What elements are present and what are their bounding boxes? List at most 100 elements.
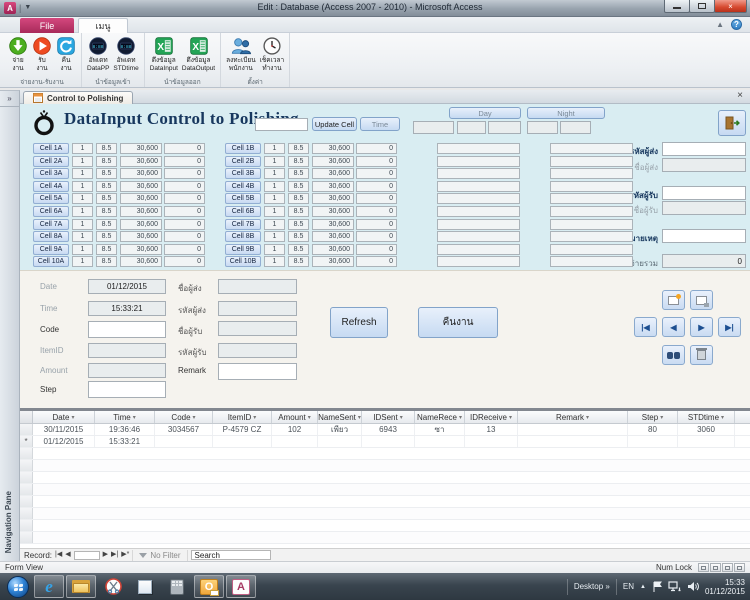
row-selector[interactable] <box>20 520 33 531</box>
cell-field[interactable]: 30,600 <box>312 244 354 255</box>
table-row[interactable]: 30/11/201519:36:463034567P-4579 CZ102เพี… <box>20 424 750 436</box>
cell-field[interactable]: 30,600 <box>120 181 162 192</box>
cell-button-cell-1a[interactable]: Cell 1A <box>33 143 69 154</box>
row-selector[interactable] <box>20 472 33 483</box>
cell-field[interactable]: 8.5 <box>288 193 309 204</box>
sort-dropdown-icon[interactable]: ▾ <box>308 414 311 421</box>
cell-field[interactable]: 8.5 <box>288 168 309 179</box>
cell-field[interactable]: 1 <box>72 231 93 242</box>
row-selector[interactable] <box>20 484 33 495</box>
cell-field[interactable]: 1 <box>72 256 93 267</box>
cell-button-cell-1b[interactable]: Cell 1B <box>225 143 261 154</box>
update-datapp-button[interactable]: 8:88 อัพเดท DataPP <box>86 34 110 72</box>
cell-field[interactable]: 1 <box>264 143 285 154</box>
form-close-icon[interactable]: × <box>737 90 743 101</box>
cell-field[interactable]: 0 <box>164 181 205 192</box>
close-button[interactable]: × <box>714 0 747 13</box>
column-header-date[interactable]: Date▾ <box>33 411 95 423</box>
row-selector[interactable] <box>20 460 33 471</box>
network-icon[interactable] <box>668 581 681 592</box>
table-cell[interactable]: 3060 <box>678 424 735 435</box>
day-button[interactable]: Day <box>449 107 521 119</box>
cell-field[interactable]: 0 <box>356 168 397 179</box>
tab-file[interactable]: File <box>20 18 74 33</box>
cell-field[interactable]: 1 <box>264 168 285 179</box>
cell-button-cell-6b[interactable]: Cell 6B <box>225 206 261 217</box>
cell-field[interactable]: 1 <box>72 244 93 255</box>
cell-button-cell-9b[interactable]: Cell 9B <box>225 244 261 255</box>
table-row-empty[interactable] <box>20 496 750 508</box>
cell-update-input[interactable] <box>255 118 308 131</box>
cell-field[interactable]: 30,600 <box>312 168 354 179</box>
cell-button-cell-5a[interactable]: Cell 5A <box>33 193 69 204</box>
detail-remark-input[interactable] <box>218 363 297 380</box>
cell-button-cell-7b[interactable]: Cell 7B <box>225 219 261 230</box>
taskbar-calculator-icon[interactable] <box>162 575 192 598</box>
qat-customize-arrow-icon[interactable]: ▼ <box>24 2 31 14</box>
row-selector[interactable] <box>20 532 33 543</box>
taskbar-clock[interactable]: 15:33 01/12/2015 <box>705 578 745 596</box>
design-view-icon[interactable] <box>734 563 745 572</box>
cell-field[interactable]: 8.5 <box>288 244 309 255</box>
cell-field[interactable]: 30,600 <box>312 181 354 192</box>
column-header-idreceive[interactable]: IDReceive▾ <box>465 411 518 423</box>
column-header-step[interactable]: Step▾ <box>628 411 678 423</box>
last-record-icon[interactable]: ▶| <box>111 550 118 560</box>
cell-field[interactable]: 0 <box>356 206 397 217</box>
table-row-empty[interactable] <box>20 484 750 496</box>
cell-field[interactable]: 30,600 <box>312 206 354 217</box>
form-tab-control-to-polishing[interactable]: Control to Polishing <box>23 91 133 104</box>
cell-field[interactable]: 30,600 <box>312 219 354 230</box>
cell-field[interactable]: 0 <box>356 256 397 267</box>
find-button[interactable] <box>662 345 685 365</box>
taskbar-access-icon[interactable]: A <box>226 575 256 598</box>
table-row-empty[interactable] <box>20 472 750 484</box>
column-header-time[interactable]: Time▾ <box>95 411 155 423</box>
table-cell[interactable] <box>518 424 628 435</box>
cell-field[interactable]: 0 <box>164 206 205 217</box>
table-cell[interactable]: 19:36:46 <box>95 424 155 435</box>
cell-field[interactable]: 0 <box>164 168 205 179</box>
cell-field[interactable]: 8.5 <box>96 168 117 179</box>
column-header-namerece[interactable]: NameRece▾ <box>415 411 465 423</box>
search-input[interactable]: Search <box>191 550 271 560</box>
row-selector[interactable] <box>20 508 33 519</box>
table-cell[interactable] <box>155 436 213 447</box>
cell-button-cell-2a[interactable]: Cell 2A <box>33 156 69 167</box>
cell-field[interactable]: 30,600 <box>312 143 354 154</box>
help-icon[interactable]: ? <box>731 19 742 30</box>
cell-field[interactable]: 0 <box>164 219 205 230</box>
cell-field[interactable]: 8.5 <box>288 181 309 192</box>
cell-field[interactable]: 8.5 <box>96 219 117 230</box>
cell-field[interactable]: 1 <box>72 168 93 179</box>
table-cell[interactable]: เพียว <box>318 424 362 435</box>
table-cell[interactable]: 6943 <box>362 424 415 435</box>
table-cell[interactable]: 3034567 <box>155 424 213 435</box>
table-cell[interactable] <box>272 436 318 447</box>
row-selector[interactable]: * <box>20 436 33 447</box>
filter-indicator[interactable]: No Filter <box>132 550 187 561</box>
datasheet-view-icon[interactable] <box>710 563 721 572</box>
receive-work-button[interactable]: รับ งาน <box>31 34 53 72</box>
step-input[interactable] <box>88 381 166 398</box>
sort-dropdown-icon[interactable]: ▾ <box>193 414 196 421</box>
previous-record-icon[interactable]: ◀ <box>65 550 70 560</box>
action-center-flag-icon[interactable] <box>652 581 662 593</box>
table-cell[interactable]: 30/11/2015 <box>33 424 95 435</box>
cell-field[interactable]: 8.5 <box>96 181 117 192</box>
show-hidden-icons-arrow[interactable]: ▲ <box>640 584 646 590</box>
cell-field[interactable]: 30,600 <box>120 244 162 255</box>
column-header-amount[interactable]: Amount▾ <box>272 411 318 423</box>
cell-field[interactable]: 8.5 <box>96 143 117 154</box>
next-record-icon[interactable]: ▶ <box>103 550 108 560</box>
volume-icon[interactable] <box>687 581 699 592</box>
update-stdtime-button[interactable]: 8:88 อัพเดท STDtime <box>112 34 139 72</box>
cell-button-cell-8a[interactable]: Cell 8A <box>33 231 69 242</box>
column-header-itemid[interactable]: ItemID▾ <box>213 411 272 423</box>
cell-field[interactable]: 0 <box>164 244 205 255</box>
table-row-empty[interactable] <box>20 508 750 520</box>
cell-field[interactable]: 8.5 <box>96 206 117 217</box>
cell-button-cell-7a[interactable]: Cell 7A <box>33 219 69 230</box>
table-cell[interactable] <box>318 436 362 447</box>
cell-field[interactable]: 30,600 <box>120 156 162 167</box>
